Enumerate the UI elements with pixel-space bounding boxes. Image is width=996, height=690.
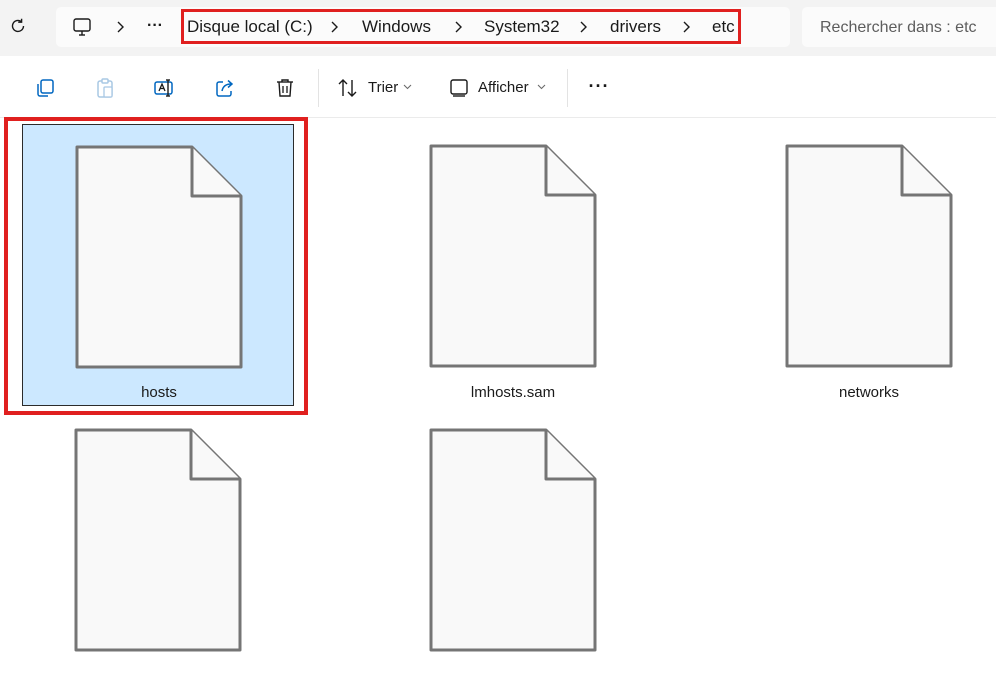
file-item[interactable] — [22, 408, 294, 690]
sort-icon — [338, 79, 357, 97]
file-item-networks[interactable]: networks — [733, 124, 996, 406]
share-button[interactable] — [212, 75, 238, 101]
file-icon — [429, 144, 597, 368]
delete-icon — [277, 79, 293, 97]
chevron-right-icon — [331, 21, 338, 33]
file-icon — [75, 145, 243, 369]
refresh-button[interactable] — [6, 14, 30, 38]
breadcrumb-item-windows[interactable]: Windows — [362, 17, 431, 37]
navigation-bar: ··· Disque local (C:) Windows System32 d… — [0, 0, 996, 56]
sort-label[interactable]: Trier — [368, 79, 398, 97]
toolbar-divider — [567, 69, 568, 107]
copy-button[interactable] — [32, 75, 58, 101]
file-item-lmhosts[interactable]: lmhosts.sam — [377, 124, 649, 406]
toolbar-divider — [318, 69, 319, 107]
view-label[interactable]: Afficher — [478, 79, 529, 97]
breadcrumb-item-drivers[interactable]: drivers — [610, 17, 661, 37]
file-item-hosts[interactable]: hosts — [22, 124, 294, 406]
view-dropdown[interactable] — [536, 82, 546, 92]
breadcrumb-item-c-drive[interactable]: Disque local (C:) — [187, 17, 313, 37]
paste-button[interactable] — [92, 75, 118, 101]
breadcrumb-separator[interactable] — [327, 17, 341, 37]
breadcrumb-separator[interactable] — [576, 17, 590, 37]
breadcrumb-overflow-button[interactable]: ··· — [143, 14, 167, 38]
more-options-label: ··· — [588, 75, 610, 96]
search-placeholder: Rechercher dans : etc — [820, 19, 977, 36]
view-button[interactable] — [446, 75, 472, 101]
chevron-right-icon — [683, 21, 690, 33]
rename-button[interactable] — [152, 75, 178, 101]
view-icon — [450, 79, 468, 97]
file-name: lmhosts.sam — [470, 384, 556, 401]
file-icon — [74, 428, 242, 652]
file-icon — [429, 428, 597, 652]
sort-dropdown[interactable] — [402, 82, 412, 92]
chevron-right-icon — [580, 21, 587, 33]
breadcrumb-item-etc[interactable]: etc — [712, 17, 735, 37]
file-name: hosts — [141, 384, 177, 401]
file-view: hosts lmhosts.sam networks — [0, 118, 996, 668]
breadcrumb-separator[interactable] — [113, 17, 127, 37]
refresh-icon — [11, 18, 25, 33]
copy-icon — [37, 79, 54, 97]
delete-button[interactable] — [272, 75, 298, 101]
breadcrumb-separator[interactable] — [679, 17, 693, 37]
search-box[interactable]: Rechercher dans : etc — [802, 7, 996, 47]
file-icon — [785, 144, 953, 368]
chevron-right-icon — [117, 21, 124, 33]
this-pc-button[interactable] — [70, 15, 94, 39]
file-name: networks — [838, 384, 900, 401]
chevron-down-icon — [403, 84, 411, 90]
breadcrumb-overflow-label: ··· — [147, 17, 163, 34]
rename-icon — [154, 79, 173, 97]
command-bar: Trier Afficher ··· — [0, 57, 996, 118]
file-item[interactable] — [377, 408, 649, 690]
breadcrumb-separator[interactable] — [451, 17, 465, 37]
chevron-down-icon — [537, 84, 545, 90]
more-options-button[interactable]: ··· — [585, 73, 613, 99]
paste-icon — [97, 78, 113, 98]
sort-button[interactable] — [335, 75, 361, 101]
share-icon — [216, 79, 234, 97]
breadcrumb-item-system32[interactable]: System32 — [484, 17, 560, 37]
chevron-right-icon — [455, 21, 462, 33]
this-pc-icon — [73, 18, 91, 36]
